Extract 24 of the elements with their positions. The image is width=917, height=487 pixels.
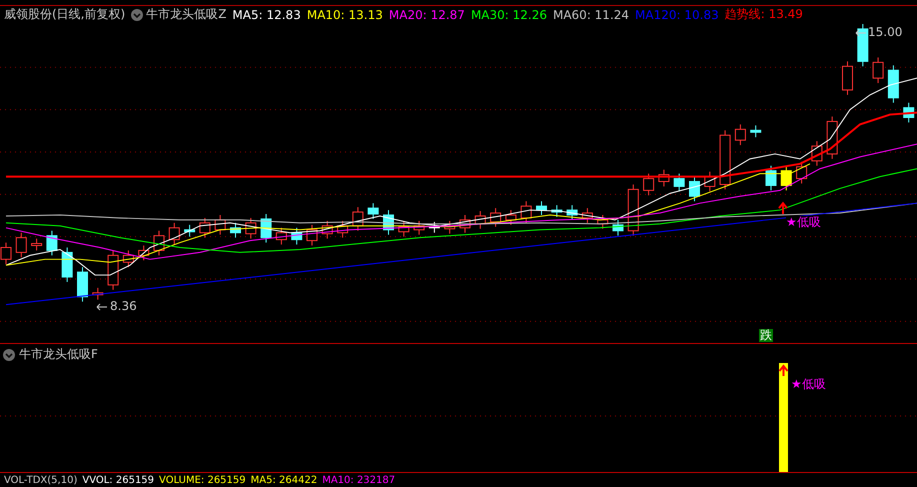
stock-title: 威领股份(日线,前复权) <box>4 6 126 23</box>
volume-value: VOLUME: 265159 <box>159 474 246 486</box>
indicator-value: MA10: 13.13 <box>306 8 383 22</box>
signal-label: ★低吸 <box>786 216 821 228</box>
indicator-value: MA5: 12.83 <box>232 8 301 22</box>
signal-label: ★低吸 <box>791 378 826 390</box>
fall-marker: 跌 <box>759 329 773 342</box>
indicator-pane-title: 牛市龙头低吸F <box>19 346 98 363</box>
collapse-toggle-icon[interactable] <box>3 348 15 360</box>
indicator-value: 趋势线: 13.49 <box>724 6 803 23</box>
up-arrow-icon <box>778 364 788 377</box>
high-price-label: 15.00 <box>868 26 902 38</box>
up-arrow-icon <box>778 202 788 215</box>
collapse-toggle-icon[interactable] <box>131 8 144 20</box>
volume-value: MA10: 232187 <box>322 474 396 486</box>
volume-value: VVOL: 265159 <box>82 474 154 486</box>
indicator-name: 牛市龙头低吸Z <box>146 6 226 23</box>
indicator-value: MA60: 11.24 <box>552 8 630 22</box>
indicator-value: MA30: 12.26 <box>470 8 547 22</box>
volume-pane-title: VOL-TDX(5,10) <box>4 474 78 486</box>
indicator-value: MA20: 12.87 <box>388 8 465 22</box>
low-price-label: 8.36 <box>110 300 137 312</box>
indicator-value: MA120: 10.83 <box>635 8 719 22</box>
volume-value: MA5: 264422 <box>250 474 318 486</box>
